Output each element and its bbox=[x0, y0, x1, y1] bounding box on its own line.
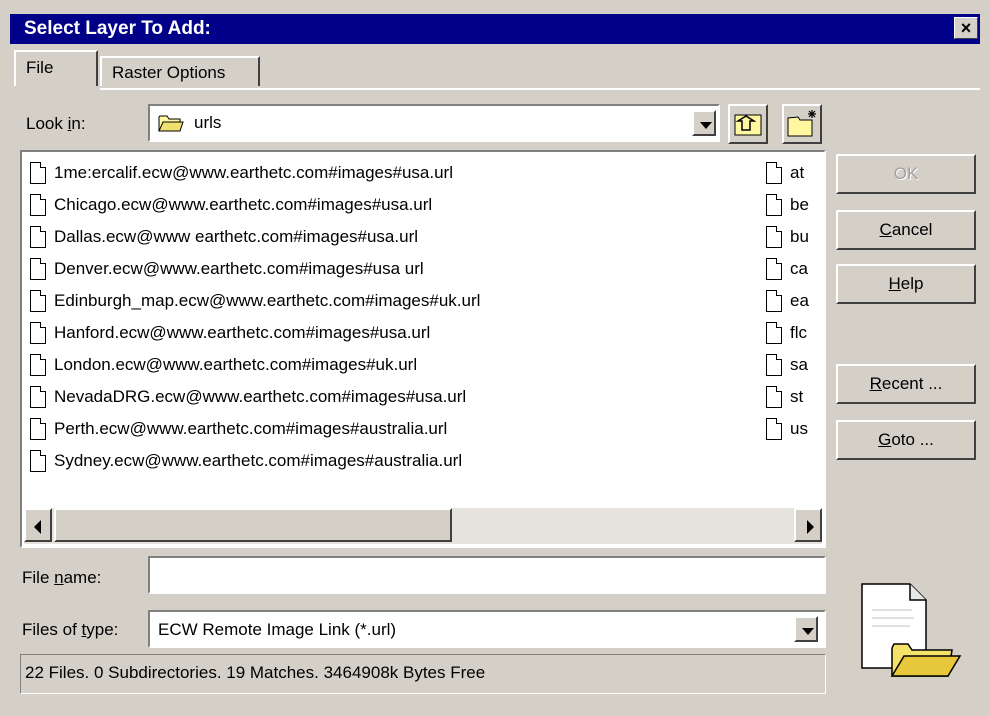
new-folder-button[interactable] bbox=[782, 104, 822, 144]
list-item[interactable]: NevadaDRG.ecw@www.earthetc.com#images#us… bbox=[30, 382, 466, 412]
files-of-type-dropdown-button[interactable] bbox=[794, 616, 818, 642]
recent-button[interactable]: Recent ... bbox=[836, 364, 976, 404]
close-button[interactable]: × bbox=[954, 17, 978, 39]
document-icon bbox=[30, 290, 46, 312]
horizontal-scrollbar[interactable] bbox=[24, 508, 822, 544]
list-item[interactable]: Edinburgh_map.ecw@www.earthetc.com#image… bbox=[30, 286, 480, 316]
status-bar: 22 Files. 0 Subdirectories. 19 Matches. … bbox=[20, 654, 826, 694]
file-name-input[interactable] bbox=[148, 556, 826, 594]
list-item[interactable]: Perth.ecw@www.earthetc.com#images#austra… bbox=[30, 414, 447, 444]
list-item[interactable]: Dallas.ecw@www earthetc.com#images#usa.u… bbox=[30, 222, 418, 252]
document-icon bbox=[766, 386, 782, 408]
ok-button[interactable]: OK bbox=[836, 154, 976, 194]
document-icon bbox=[30, 258, 46, 280]
up-folder-icon bbox=[734, 114, 762, 136]
document-icon bbox=[766, 258, 782, 280]
document-icon bbox=[766, 226, 782, 248]
document-icon bbox=[766, 354, 782, 376]
tab-raster-options-label: Raster Options bbox=[112, 63, 226, 82]
files-of-type-select[interactable]: ECW Remote Image Link (*.url) bbox=[148, 610, 826, 648]
dialog-title: Select Layer To Add: bbox=[24, 18, 211, 39]
tab-file[interactable]: File bbox=[14, 50, 98, 86]
look-in-combo[interactable]: urls bbox=[148, 104, 720, 142]
scroll-thumb[interactable] bbox=[54, 508, 452, 542]
document-icon bbox=[766, 194, 782, 216]
document-icon bbox=[766, 322, 782, 344]
files-of-type-value: ECW Remote Image Link (*.url) bbox=[158, 620, 397, 639]
folder-icon bbox=[158, 115, 184, 132]
document-icon bbox=[766, 418, 782, 440]
document-icon bbox=[30, 194, 46, 216]
up-one-level-button[interactable] bbox=[728, 104, 768, 144]
list-item[interactable]: Hanford.ecw@www.earthetc.com#images#usa.… bbox=[30, 318, 430, 348]
list-item[interactable]: 1me:ercalif.ecw@www.earthetc.com#images#… bbox=[30, 158, 453, 188]
file-name-label: File name: bbox=[22, 568, 102, 587]
goto-button[interactable]: Goto ... bbox=[836, 420, 976, 460]
scroll-right-button[interactable] bbox=[794, 508, 822, 542]
document-icon bbox=[30, 322, 46, 344]
scroll-left-button[interactable] bbox=[24, 508, 52, 542]
tab-panel-border bbox=[100, 88, 980, 90]
file-list[interactable]: 1me:ercalif.ecw@www.earthetc.com#images#… bbox=[20, 150, 826, 548]
look-in-label: Look in: bbox=[26, 114, 86, 133]
document-icon bbox=[30, 226, 46, 248]
list-item[interactable]: Denver.ecw@www.earthetc.com#images#usa u… bbox=[30, 254, 424, 284]
cancel-button[interactable]: Cancel bbox=[836, 210, 976, 250]
look-in-dropdown-button[interactable] bbox=[692, 110, 716, 136]
document-icon bbox=[30, 354, 46, 376]
list-item[interactable]: Sydney.ecw@www.earthetc.com#images#austr… bbox=[30, 446, 462, 476]
document-icon bbox=[30, 418, 46, 440]
select-layer-dialog: Select Layer To Add: × File Raster Optio… bbox=[0, 0, 990, 716]
help-button[interactable]: Help bbox=[836, 264, 976, 304]
tab-file-label: File bbox=[26, 58, 54, 77]
close-icon: × bbox=[960, 18, 972, 38]
new-folder-icon bbox=[787, 110, 816, 137]
document-icon bbox=[766, 162, 782, 184]
list-item[interactable]: flc bbox=[766, 318, 850, 348]
document-icon bbox=[30, 162, 46, 184]
list-item[interactable]: Chicago.ecw@www.earthetc.com#images#usa.… bbox=[30, 190, 432, 220]
document-icon bbox=[30, 450, 46, 472]
status-text: 22 Files. 0 Subdirectories. 19 Matches. … bbox=[25, 663, 486, 682]
title-bar[interactable]: Select Layer To Add: × bbox=[10, 14, 980, 44]
look-in-value: urls bbox=[194, 113, 222, 132]
document-icon bbox=[30, 386, 46, 408]
list-item[interactable]: London.ecw@www.earthetc.com#images#uk.ur… bbox=[30, 350, 417, 380]
files-of-type-label: Files of type: bbox=[22, 620, 119, 639]
tab-raster-options[interactable]: Raster Options bbox=[100, 56, 260, 86]
document-icon bbox=[766, 290, 782, 312]
file-preview-icon bbox=[861, 583, 962, 677]
